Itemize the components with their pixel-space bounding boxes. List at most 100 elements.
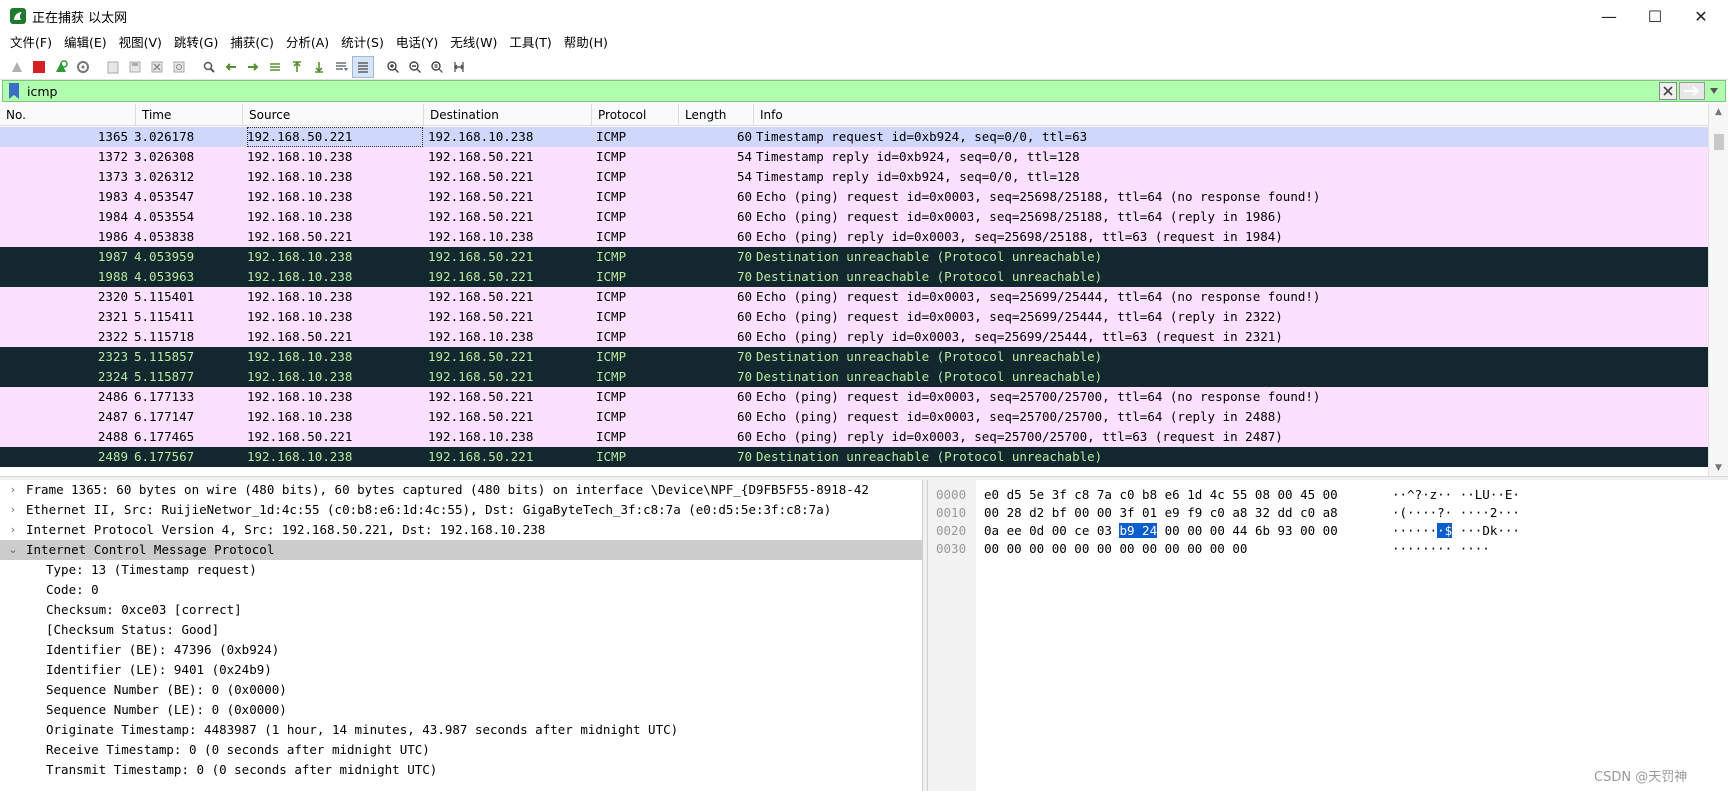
apply-filter-icon[interactable] bbox=[1679, 82, 1705, 100]
scroll-down-icon[interactable]: ▼ bbox=[1709, 460, 1728, 476]
menu-file[interactable]: 文件(F) bbox=[4, 32, 58, 54]
display-filter-input[interactable] bbox=[21, 82, 1659, 100]
detail-tree-row[interactable]: Checksum: 0xce03 [correct] bbox=[0, 600, 922, 620]
go-back-icon[interactable] bbox=[220, 56, 242, 78]
wireshark-logo-icon bbox=[10, 8, 26, 24]
auto-scroll-icon[interactable] bbox=[330, 56, 352, 78]
resize-columns-icon[interactable] bbox=[448, 56, 470, 78]
packet-row[interactable]: 2321 5.115411 192.168.10.238 192.168.50.221… bbox=[0, 307, 1708, 327]
packet-row[interactable]: 2324 5.115877 192.168.10.238 192.168.50.221… bbox=[0, 367, 1708, 387]
hex-bytes[interactable]: 00 00 00 00 00 00 00 00 00 00 00 00 bbox=[984, 540, 1247, 558]
expand-arrow-icon[interactable]: › bbox=[6, 500, 20, 520]
hex-bytes[interactable]: 0a ee 0d 00 ce 03 b9 24 00 00 00 44 6b 9… bbox=[984, 522, 1338, 540]
collapse-arrow-icon[interactable]: ⌄ bbox=[6, 540, 20, 560]
go-forward-icon[interactable] bbox=[242, 56, 264, 78]
expand-arrow-icon[interactable]: › bbox=[6, 520, 20, 540]
close-file-icon[interactable] bbox=[146, 56, 168, 78]
packet-row[interactable]: 1373 3.026312 192.168.10.238 192.168.50.221… bbox=[0, 167, 1708, 187]
go-first-packet-icon[interactable] bbox=[286, 56, 308, 78]
detail-tree-row[interactable]: › Frame 1365: 60 bytes on wire (480 bits)… bbox=[0, 480, 922, 500]
packet-length-cell: 60 bbox=[736, 429, 752, 444]
ascii-bytes[interactable]: ··^?·z·· ··LU··E· bbox=[1392, 486, 1520, 504]
detail-tree-row[interactable]: ⌄ Internet Control Message Protocol bbox=[0, 540, 922, 560]
detail-tree-row[interactable]: Sequence Number (BE): 0 (0x0000) bbox=[0, 680, 922, 700]
detail-tree-row[interactable]: › Internet Protocol Version 4, Src: 192.1… bbox=[0, 520, 922, 540]
packet-row[interactable]: 2322 5.115718 192.168.50.221 192.168.10.238… bbox=[0, 327, 1708, 347]
scroll-up-icon[interactable]: ▲ bbox=[1709, 104, 1728, 120]
menu-statistics[interactable]: 统计(S) bbox=[335, 32, 390, 54]
colorize-icon[interactable] bbox=[352, 55, 374, 78]
start-capture-icon[interactable] bbox=[6, 56, 28, 78]
restart-capture-icon[interactable] bbox=[50, 56, 72, 78]
scrollbar-thumb[interactable] bbox=[1714, 134, 1724, 150]
column-header-protocol[interactable]: Protocol bbox=[592, 104, 679, 126]
packet-row[interactable]: 2320 5.115401 192.168.10.238 192.168.50.221… bbox=[0, 287, 1708, 307]
packet-row[interactable]: 1983 4.053547 192.168.10.238 192.168.50.221… bbox=[0, 187, 1708, 207]
menu-capture[interactable]: 捕获(C) bbox=[224, 32, 279, 54]
packet-row[interactable]: 1984 4.053554 192.168.10.238 192.168.50.221… bbox=[0, 207, 1708, 227]
menu-analyze[interactable]: 分析(A) bbox=[280, 32, 335, 54]
menu-tools[interactable]: 工具(T) bbox=[503, 32, 557, 54]
packet-row[interactable]: 1365 3.026178 192.168.50.221 192.168.10.238… bbox=[0, 127, 1708, 147]
detail-tree-row[interactable]: Receive Timestamp: 0 (0 seconds after mi… bbox=[0, 740, 922, 760]
clear-filter-icon[interactable] bbox=[1659, 82, 1677, 100]
column-header-source[interactable]: Source bbox=[243, 104, 424, 126]
open-file-icon[interactable] bbox=[102, 56, 124, 78]
expand-arrow-icon[interactable]: › bbox=[6, 480, 20, 500]
find-packet-icon[interactable] bbox=[198, 56, 220, 78]
reload-file-icon[interactable] bbox=[168, 56, 190, 78]
zoom-in-icon[interactable] bbox=[382, 56, 404, 78]
packet-row[interactable]: 1987 4.053959 192.168.10.238 192.168.50.221… bbox=[0, 247, 1708, 267]
detail-tree-row[interactable]: › Ethernet II, Src: RuijieNetwor_1d:4c:55… bbox=[0, 500, 922, 520]
packet-row[interactable]: 1372 3.026308 192.168.10.238 192.168.50.221… bbox=[0, 147, 1708, 167]
ascii-bytes[interactable]: ·······$ ···Dk··· bbox=[1392, 522, 1520, 540]
stop-capture-icon[interactable] bbox=[28, 56, 50, 78]
hex-bytes[interactable]: e0 d5 5e 3f c8 7a c0 b8 e6 1d 4c 55 08 0… bbox=[984, 486, 1338, 504]
packet-row[interactable]: 2487 6.177147 192.168.10.238 192.168.50.221… bbox=[0, 407, 1708, 427]
detail-tree-row[interactable]: [Checksum Status: Good] bbox=[0, 620, 922, 640]
ascii-bytes[interactable]: ·(····?· ····2··· bbox=[1392, 504, 1520, 522]
column-header-info[interactable]: Info bbox=[754, 104, 1708, 126]
column-header-destination[interactable]: Destination bbox=[424, 104, 592, 126]
packet-row[interactable]: 1986 4.053838 192.168.50.221 192.168.10.238… bbox=[0, 227, 1708, 247]
column-header-length[interactable]: Length bbox=[679, 104, 754, 126]
go-last-packet-icon[interactable] bbox=[308, 56, 330, 78]
detail-tree-row[interactable]: Sequence Number (LE): 0 (0x0000) bbox=[0, 700, 922, 720]
capture-options-icon[interactable] bbox=[72, 56, 94, 78]
packet-row[interactable]: 2489 6.177567 192.168.10.238 192.168.50.221… bbox=[0, 447, 1708, 467]
packet-row[interactable]: 1988 4.053963 192.168.10.238 192.168.50.221… bbox=[0, 267, 1708, 287]
detail-tree-row[interactable]: Transmit Timestamp: 0 (0 seconds after m… bbox=[0, 760, 922, 780]
menu-view[interactable]: 视图(V) bbox=[113, 32, 168, 54]
detail-tree-row[interactable]: Identifier (BE): 47396 (0xb924) bbox=[0, 640, 922, 660]
ascii-bytes[interactable]: ········ ···· bbox=[1392, 540, 1490, 558]
detail-tree-row[interactable]: Identifier (LE): 9401 (0x24b9) bbox=[0, 660, 922, 680]
hex-bytes[interactable]: 00 28 d2 bf 00 00 3f 01 e9 f9 c0 a8 32 d… bbox=[984, 504, 1338, 522]
close-button[interactable]: ✕ bbox=[1678, 0, 1724, 32]
packet-protocol-cell: ICMP bbox=[596, 309, 627, 324]
packet-row[interactable]: 2486 6.177133 192.168.10.238 192.168.50.221… bbox=[0, 387, 1708, 407]
packet-list-scrollbar[interactable]: ▲ ▼ bbox=[1708, 104, 1728, 476]
hex-offset: 0030 bbox=[936, 541, 967, 556]
packet-row[interactable]: 2488 6.177465 192.168.50.221 192.168.10.238… bbox=[0, 427, 1708, 447]
zoom-normal-icon[interactable] bbox=[426, 56, 448, 78]
column-header-time[interactable]: Time bbox=[136, 104, 243, 126]
filter-history-dropdown-icon[interactable] bbox=[1707, 82, 1721, 100]
menu-wireless[interactable]: 无线(W) bbox=[444, 32, 503, 54]
maximize-button[interactable]: ☐ bbox=[1632, 0, 1678, 32]
save-file-icon[interactable] bbox=[124, 56, 146, 78]
menu-go[interactable]: 跳转(G) bbox=[168, 32, 224, 54]
packet-list-header: No. Time Source Destination Protocol Len… bbox=[0, 104, 1708, 126]
minimize-button[interactable]: — bbox=[1586, 0, 1632, 32]
zoom-out-icon[interactable] bbox=[404, 56, 426, 78]
packet-destination-cell: 192.168.50.221 bbox=[428, 409, 534, 424]
detail-tree-row[interactable]: Code: 0 bbox=[0, 580, 922, 600]
menu-telephony[interactable]: 电话(Y) bbox=[390, 32, 444, 54]
detail-tree-row[interactable]: Type: 13 (Timestamp request) bbox=[0, 560, 922, 580]
column-header-no[interactable]: No. bbox=[0, 104, 136, 126]
go-to-packet-icon[interactable] bbox=[264, 56, 286, 78]
filter-bookmark-icon[interactable] bbox=[7, 82, 21, 100]
menu-help[interactable]: 帮助(H) bbox=[558, 32, 614, 54]
packet-row[interactable]: 2323 5.115857 192.168.10.238 192.168.50.221… bbox=[0, 347, 1708, 367]
menu-edit[interactable]: 编辑(E) bbox=[58, 32, 113, 54]
detail-tree-row[interactable]: Originate Timestamp: 4483987 (1 hour, 14… bbox=[0, 720, 922, 740]
